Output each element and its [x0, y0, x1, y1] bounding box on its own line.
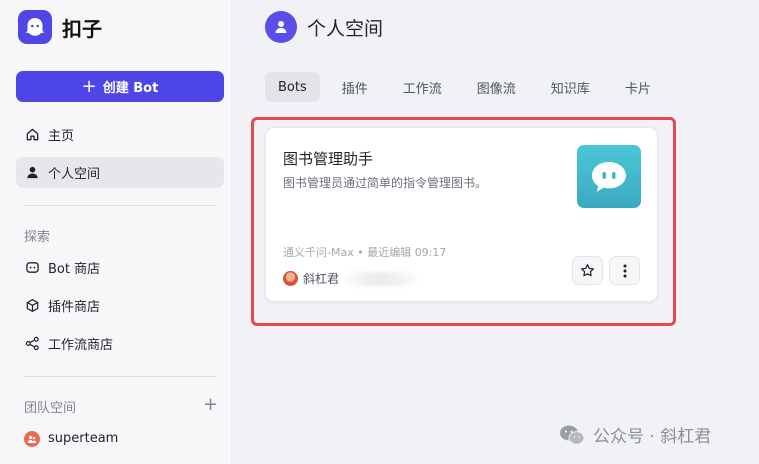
workflow-icon	[24, 336, 40, 352]
sidebar-item-home[interactable]: 主页	[16, 119, 224, 150]
more-button[interactable]	[609, 256, 640, 285]
plus-icon: +	[81, 75, 97, 97]
page-header: 个人空间	[265, 11, 383, 43]
team-avatar-icon	[24, 430, 40, 447]
sidebar: 扣子 + 创建 Bot 主页 个人空间 探索 Bot 商店 插件商店 工作流商店…	[0, 0, 232, 464]
watermark: 公众号 · 斜杠君	[559, 422, 711, 447]
create-bot-button[interactable]: + 创建 Bot	[16, 71, 224, 102]
sidebar-item-workflow-store[interactable]: 工作流商店	[16, 328, 224, 359]
sidebar-item-label: 插件商店	[48, 300, 101, 315]
sidebar-divider	[24, 205, 216, 206]
tab-bots[interactable]: Bots	[265, 72, 320, 102]
sidebar-divider	[24, 376, 216, 377]
redacted-area	[345, 271, 418, 286]
cube-icon	[24, 298, 40, 314]
home-icon	[24, 127, 40, 143]
sidebar-item-label: 个人空间	[48, 167, 101, 182]
sidebar-item-label: Bot 商店	[48, 262, 101, 277]
watermark-text: 公众号 · 斜杠君	[593, 427, 712, 447]
team-section-label: 团队空间	[24, 401, 77, 416]
tab-imageflows[interactable]: 图像流	[464, 72, 529, 102]
app-name: 扣子	[62, 16, 102, 41]
sidebar-item-label: 工作流商店	[48, 338, 114, 353]
tab-workflows[interactable]: 工作流	[390, 72, 455, 102]
explore-section-label: 探索	[24, 230, 51, 245]
user-avatar-icon	[265, 11, 297, 43]
page-title: 个人空间	[307, 17, 384, 40]
author-name: 斜杠君	[303, 272, 340, 286]
sidebar-item-label: 主页	[48, 129, 75, 144]
user-icon	[24, 165, 40, 181]
tab-cards[interactable]: 卡片	[612, 72, 664, 102]
bot-name: 图书管理助手	[283, 150, 374, 168]
team-avatar-wrap	[24, 430, 40, 447]
bot-author[interactable]: 斜杠君	[283, 270, 418, 287]
author-avatar	[283, 271, 298, 286]
star-icon	[581, 264, 594, 277]
favorite-button[interactable]	[572, 256, 603, 285]
tab-knowledge[interactable]: 知识库	[538, 72, 603, 102]
create-bot-label: 创建 Bot	[102, 81, 159, 96]
wechat-icon	[559, 424, 585, 446]
brand[interactable]: 扣子	[18, 10, 102, 44]
bot-avatar-icon	[577, 145, 641, 208]
tab-plugins[interactable]: 插件	[329, 72, 381, 102]
bot-meta: 通义千问-Max • 最近编辑 09:17	[283, 246, 447, 259]
sidebar-item-team[interactable]: superteam	[16, 423, 224, 454]
bot-card[interactable]: 图书管理助手 图书管理员通过简单的指令管理图书。 通义千问-Max • 最近编辑…	[265, 127, 658, 302]
bot-description: 图书管理员通过简单的指令管理图书。	[283, 176, 488, 190]
sidebar-item-label: superteam	[48, 431, 119, 446]
tab-bar: Bots 插件 工作流 图像流 知识库 卡片	[265, 72, 673, 102]
sidebar-item-bot-store[interactable]: Bot 商店	[16, 252, 224, 283]
bot-icon	[24, 260, 40, 276]
sidebar-item-personal-space[interactable]: 个人空间	[16, 157, 224, 188]
more-vertical-icon	[623, 264, 626, 277]
coze-logo-icon	[18, 10, 52, 44]
add-team-icon[interactable]: +	[203, 396, 218, 414]
sidebar-item-plugin-store[interactable]: 插件商店	[16, 290, 224, 321]
